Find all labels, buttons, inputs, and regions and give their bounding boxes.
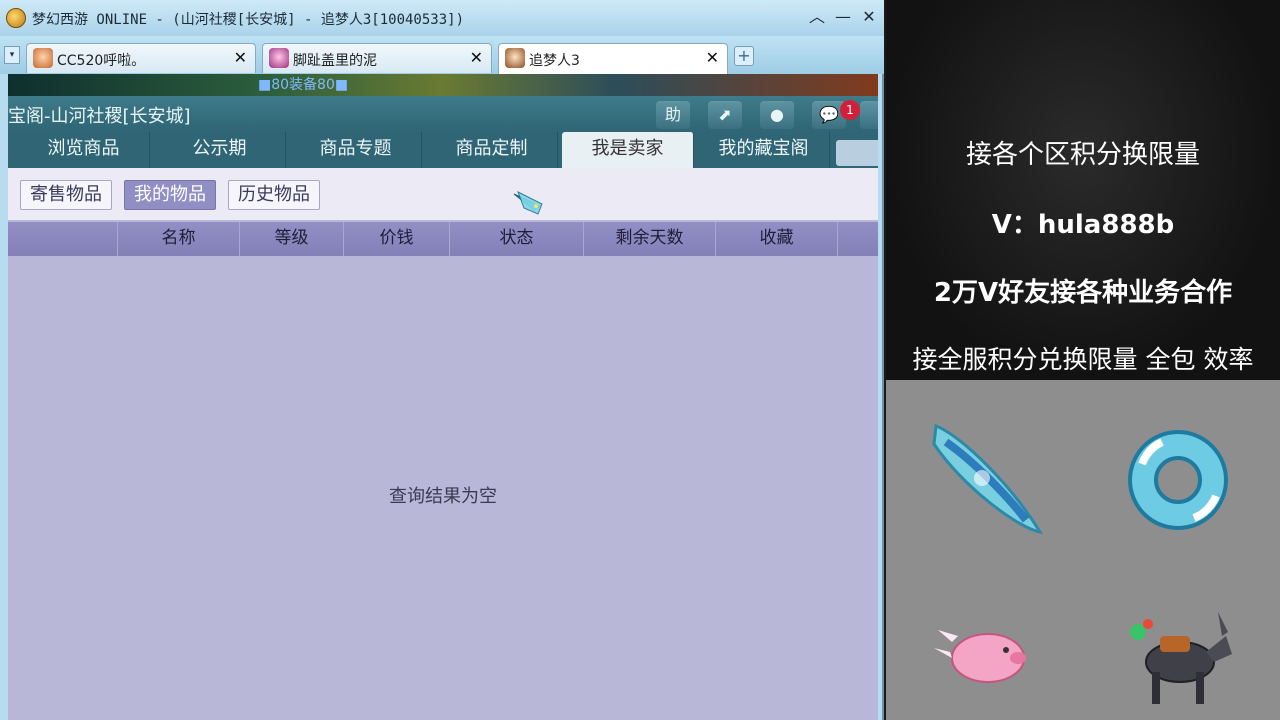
new-tab-button[interactable]: + [734,46,754,66]
cart-icon[interactable] [860,101,878,129]
results-table-body: 查询结果为空 [8,256,878,720]
tab-label: 追梦人3 [529,53,580,69]
title-bar[interactable]: 梦幻西游 ONLINE - (山河社稷[长安城] - 追梦人3[10040533… [0,0,884,36]
unread-badge: 1 [840,100,860,120]
record-icon[interactable]: ● [760,101,794,129]
tab-public-notice[interactable]: 公示期 [154,132,286,168]
shop-main-nav: 浏览商品 公示期 商品专题 商品定制 我是卖家 我的藏宝阁 [8,132,878,168]
tab-account-2[interactable]: 脚趾盖里的泥 ✕ [262,43,492,73]
game-client-window: 梦幻西游 ONLINE - (山河社稷[长安城] - 追梦人3[10040533… [0,0,884,720]
tab-list-dropdown-icon[interactable]: ▾ [4,46,20,64]
screen: 梦幻西游 ONLINE - (山河社稷[长安城] - 追梦人3[10040533… [0,0,1280,720]
close-tab-icon[interactable]: ✕ [470,48,483,67]
history-items-button[interactable]: 历史物品 [228,180,320,210]
cursor-icon [513,190,543,215]
table-header: 名称 等级 价钱 状态 剩余天数 收藏 [8,222,878,256]
search-input[interactable] [836,140,878,166]
avatar-icon [269,48,289,68]
tab-my-treasure[interactable]: 我的藏宝阁 [698,132,830,168]
close-tab-icon[interactable]: ✕ [234,48,247,67]
column-header-status[interactable]: 状态 [450,222,584,256]
tab-browse-goods[interactable]: 浏览商品 [18,132,150,168]
seller-sub-nav: 寄售物品 我的物品 历史物品 [8,168,878,220]
shop-title: 宝阁-山河社稷[长安城] [8,106,191,127]
column-header-price[interactable]: 价钱 [344,222,450,256]
column-header-days-left[interactable]: 剩余天数 [584,222,716,256]
consign-items-button[interactable]: 寄售物品 [20,180,112,210]
column-header-favorite[interactable]: 收藏 [716,222,838,256]
minimize-button[interactable]: — [832,6,854,28]
avatar-icon [505,48,525,68]
promo-contact-line: V：hula888b [991,210,1175,240]
close-window-button[interactable]: ✕ [858,6,880,28]
app-logo-icon [6,8,26,28]
shop-header: 宝阁-山河社稷[长安城] 助 ⬈ ● 💬 1 [8,96,878,132]
tab-label: 脚趾盖里的泥 [293,53,377,69]
window-title: 梦幻西游 ONLINE - (山河社稷[长安城] - 追梦人3[10040533… [32,12,465,28]
tab-label: CC520呼啦。 [57,53,146,69]
game-strip-text: ■80装备80■ [258,77,349,93]
my-items-button[interactable]: 我的物品 [124,180,216,210]
promo-panel: 接各个区积分换限量 V：hula888b 2万V好友接各种业务合作 接全服积分兑… [886,0,1280,380]
surfboard-icon [932,423,1044,535]
promo-line: 接各个区积分换限量 [965,140,1200,170]
promo-line: 2万V好友接各种业务合作 [933,278,1233,308]
tab-goods-custom[interactable]: 商品定制 [426,132,558,168]
avatar-icon [33,48,53,68]
column-header-level[interactable]: 等级 [240,222,344,256]
tab-goods-topic[interactable]: 商品专题 [290,132,422,168]
flying-pig-icon [934,630,1026,683]
promo-line: 接全服积分兑换限量 全包 效率 [912,345,1254,374]
stream-overlay: 接各个区积分换限量 V：hula888b 2万V好友接各种业务合作 接全服积分兑… [886,0,1280,720]
donkey-mount-icon [1130,612,1232,704]
empty-results-message: 查询结果为空 [389,486,497,507]
item-showcase [886,380,1280,720]
column-header-image [8,222,118,256]
close-tab-icon[interactable]: ✕ [706,48,719,67]
share-icon[interactable]: ⬈ [708,101,742,129]
tab-i-am-seller[interactable]: 我是卖家 [562,132,694,168]
column-header-filler [838,222,878,256]
life-ring-icon [1128,430,1228,530]
tab-account-3[interactable]: 追梦人3 ✕ [498,43,728,74]
help-button[interactable]: 助 [656,101,690,129]
column-header-name[interactable]: 名称 [118,222,240,256]
collapse-button[interactable]: ︿ [806,6,828,28]
game-scene-strip: ■80装备80■ [8,74,878,96]
tab-account-1[interactable]: CC520呼啦。 ✕ [26,43,256,73]
treasure-shop-panel: 宝阁-山河社稷[长安城] 助 ⬈ ● 💬 1 浏览商品 公示期 商品专题 商品定… [8,96,878,720]
